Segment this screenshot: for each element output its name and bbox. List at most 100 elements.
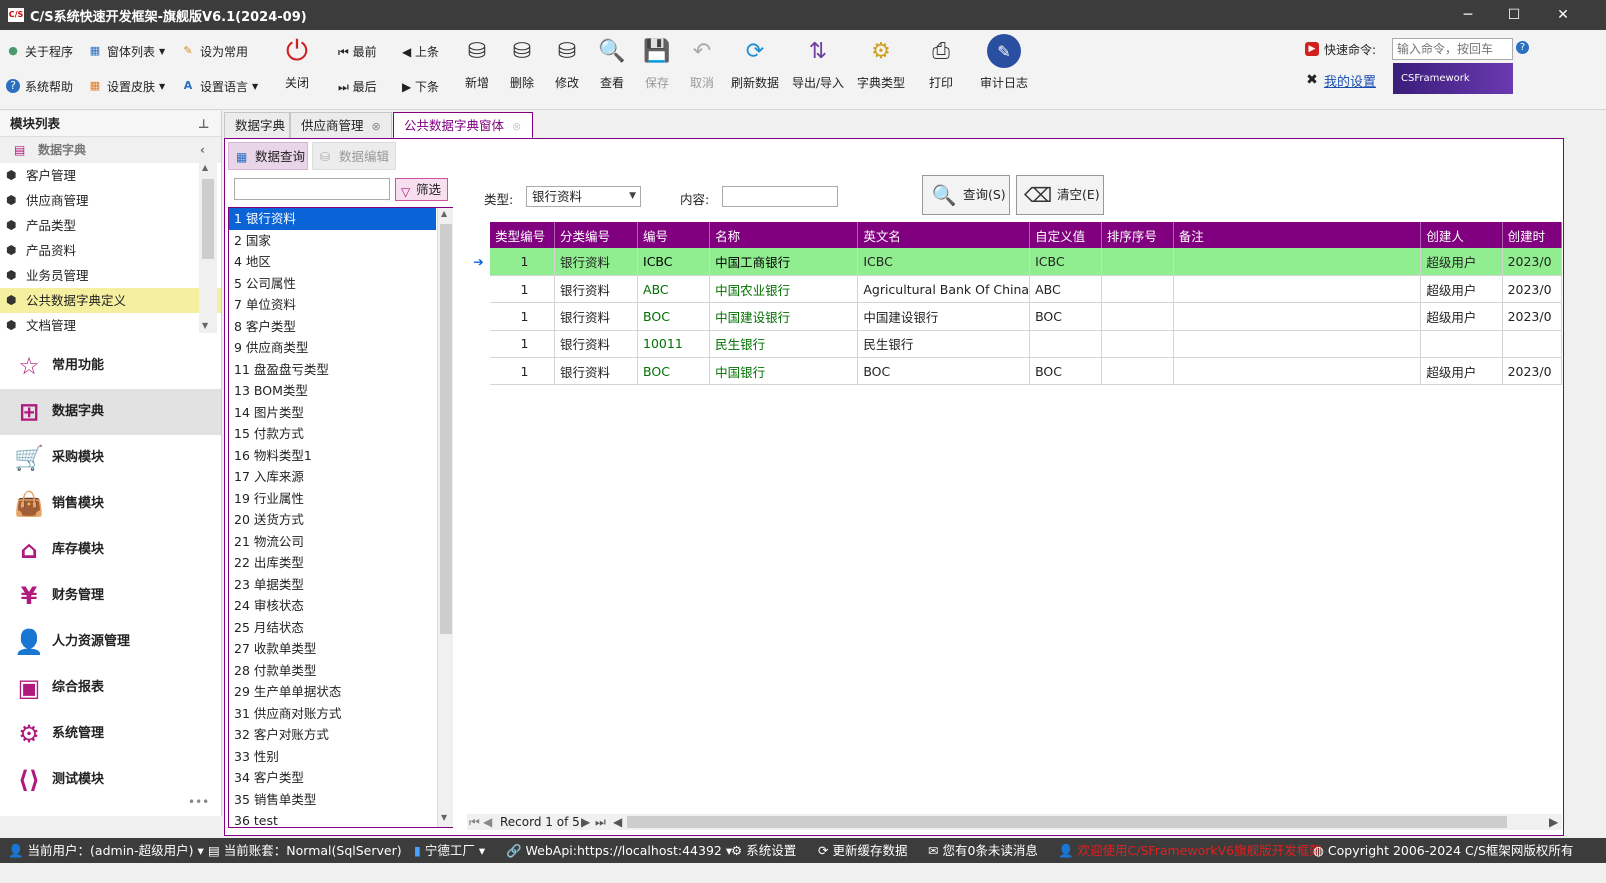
scroll-left-icon[interactable]: ◀ — [613, 814, 622, 830]
type-list-item[interactable]: 28 付款单类型 — [229, 660, 452, 682]
help-icon[interactable]: ? — [1516, 41, 1529, 54]
table-cell[interactable]: 中国建设银行 — [857, 302, 1031, 331]
table-cell[interactable]: 超级用户 — [1420, 302, 1503, 331]
scroll-thumb[interactable] — [440, 224, 452, 634]
close-window-button[interactable]: ✕ — [1540, 0, 1586, 30]
table-cell[interactable]: 超级用户 — [1420, 275, 1503, 304]
table-cell[interactable]: 2023/0 — [1502, 275, 1562, 304]
column-header[interactable]: 备注 — [1173, 222, 1422, 248]
type-list-item[interactable]: 33 性别 — [229, 746, 452, 768]
column-header[interactable]: 分类编号 — [554, 222, 639, 248]
collapse-icon[interactable]: ‹ — [200, 137, 205, 163]
type-list-item[interactable]: 20 送货方式 — [229, 509, 452, 531]
column-header[interactable]: 编号 — [637, 222, 711, 248]
set-common-button[interactable]: ✎ 设为常用 — [181, 41, 248, 61]
table-cell[interactable]: 银行资料 — [554, 275, 639, 304]
type-list-item[interactable]: 13 BOM类型 — [229, 380, 452, 402]
filter-input[interactable] — [234, 178, 390, 200]
type-list-item[interactable]: 32 客户对账方式 — [229, 724, 452, 746]
table-cell[interactable]: 中国银行 — [709, 357, 859, 386]
table-row[interactable]: ➔ 1 银行资料 ICBC 中国工商银行 ICBC ICBC 超级用户 2023/0 — [467, 248, 1562, 276]
tree-item[interactable]: ⬢ 产品类型 — [0, 213, 221, 238]
type-list-item[interactable]: 1 银行资料 — [229, 208, 436, 230]
cancel-button[interactable]: ↶ 取消 — [675, 34, 729, 104]
table-cell[interactable] — [1173, 248, 1422, 276]
table-cell[interactable]: 1 — [490, 248, 555, 276]
prev-record-button[interactable]: ◀ 上条 — [402, 43, 439, 60]
type-list-item[interactable]: 7 单位资料 — [229, 294, 452, 316]
type-list-item[interactable]: 8 客户类型 — [229, 316, 452, 338]
column-header[interactable]: 创建时 — [1502, 222, 1562, 248]
audit-log-button[interactable]: ✎ 审计日志 — [976, 34, 1032, 104]
module-item[interactable]: ⊞ 数据字典 — [0, 389, 221, 435]
tree-item[interactable]: ⬢ 供应商管理 — [0, 188, 221, 213]
type-list-item[interactable]: 9 供应商类型 — [229, 337, 452, 359]
column-header[interactable]: 类型编号 — [490, 222, 555, 248]
table-cell[interactable]: ICBC — [857, 248, 1031, 276]
table-cell[interactable]: BOC — [637, 302, 711, 331]
table-cell[interactable]: 超级用户 — [1420, 357, 1503, 386]
table-cell[interactable]: 银行资料 — [554, 302, 639, 331]
import-export-button[interactable]: ⇅ 导出/导入 — [790, 34, 846, 104]
scroll-down-icon[interactable]: ▼ — [441, 813, 447, 822]
table-cell[interactable]: BOC — [1029, 302, 1102, 331]
table-cell[interactable] — [1101, 248, 1174, 276]
close-button[interactable]: ⏻ 关闭 — [270, 34, 324, 104]
table-cell[interactable]: 超级用户 — [1420, 248, 1503, 276]
type-list-item[interactable]: 22 出库类型 — [229, 552, 452, 574]
type-select[interactable]: 银行资料 ▼ — [526, 186, 641, 207]
tree-scrollbar[interactable]: ▲ ▼ — [199, 163, 217, 333]
table-cell[interactable] — [1502, 330, 1562, 359]
module-item[interactable]: 👜 销售模块 — [0, 481, 221, 527]
table-cell[interactable]: BOC — [857, 357, 1031, 386]
type-list-item[interactable]: 11 盘盈盘亏类型 — [229, 359, 452, 381]
table-cell[interactable]: 银行资料 — [554, 248, 639, 276]
table-cell[interactable]: 民生银行 — [857, 330, 1031, 359]
table-cell[interactable]: 2023/0 — [1502, 248, 1562, 276]
my-settings-link[interactable]: ✖ 我的设置 — [1305, 70, 1376, 90]
table-cell[interactable] — [1029, 330, 1102, 359]
table-cell[interactable]: 2023/0 — [1502, 357, 1562, 386]
table-cell[interactable]: 10011 — [637, 330, 711, 359]
tab-data-edit[interactable]: ⛁ 数据编辑 — [312, 142, 396, 170]
update-cache-button[interactable]: ⟳ 更新缓存数据 — [818, 838, 907, 863]
type-list-item[interactable]: 35 销售单类型 — [229, 789, 452, 811]
more-icon[interactable]: ••• — [188, 795, 209, 809]
language-button[interactable]: A 设置语言 ▼ — [181, 76, 258, 96]
next-page-icon[interactable]: ▶ — [581, 814, 590, 830]
table-cell[interactable]: 中国农业银行 — [709, 275, 859, 304]
table-cell[interactable]: BOC — [637, 357, 711, 386]
factory-selector[interactable]: ▮ 宁德工厂 ▾ — [414, 838, 485, 863]
column-header[interactable]: 英文名 — [857, 222, 1031, 248]
type-list-item[interactable]: 4 地区 — [229, 251, 452, 273]
type-list-item[interactable]: 16 物料类型1 — [229, 445, 452, 467]
tab-public-dict[interactable]: 公共数据字典窗体 ⊗ — [393, 112, 533, 139]
module-item[interactable]: ⚙ 系统管理 — [0, 711, 221, 757]
module-item[interactable]: ▣ 综合报表 — [0, 665, 221, 711]
first-page-icon[interactable]: ⏮ — [469, 814, 480, 830]
table-row[interactable]: 1 银行资料 BOC 中国银行 BOC BOC 超级用户 2023/0 — [467, 357, 1562, 386]
type-list-item[interactable]: 5 公司属性 — [229, 273, 452, 295]
table-cell[interactable] — [1173, 302, 1422, 331]
scroll-up-icon[interactable]: ▲ — [441, 209, 447, 218]
scroll-up-icon[interactable]: ▲ — [202, 163, 208, 172]
webapi-status[interactable]: 🔗 WebApi:https://localhost:44392 ▾ — [506, 838, 732, 863]
table-cell[interactable] — [1173, 357, 1422, 386]
module-item[interactable]: ⌂ 库存模块 — [0, 527, 221, 573]
module-item[interactable]: ☆ 常用功能 — [0, 343, 221, 389]
quick-command-input[interactable] — [1392, 38, 1513, 60]
table-cell[interactable]: 银行资料 — [554, 357, 639, 386]
table-cell[interactable]: 1 — [490, 330, 555, 359]
scroll-right-icon[interactable]: ▶ — [1549, 814, 1558, 830]
table-cell[interactable]: ABC — [1029, 275, 1102, 304]
next-record-button[interactable]: ▶ 下条 — [402, 78, 439, 95]
table-row[interactable]: 1 银行资料 ABC 中国农业银行 Agricultural Bank Of China… — [467, 275, 1562, 304]
type-list-item[interactable]: 34 客户类型 — [229, 767, 452, 789]
table-cell[interactable]: 中国建设银行 — [709, 302, 859, 331]
skin-button[interactable]: ▦ 设置皮肤 ▼ — [88, 76, 165, 96]
type-list-item[interactable]: 15 付款方式 — [229, 423, 452, 445]
type-list-item[interactable]: 23 单据类型 — [229, 574, 452, 596]
scroll-thumb[interactable] — [202, 179, 214, 259]
scroll-down-icon[interactable]: ▼ — [202, 321, 208, 330]
table-cell[interactable]: 1 — [490, 302, 555, 331]
